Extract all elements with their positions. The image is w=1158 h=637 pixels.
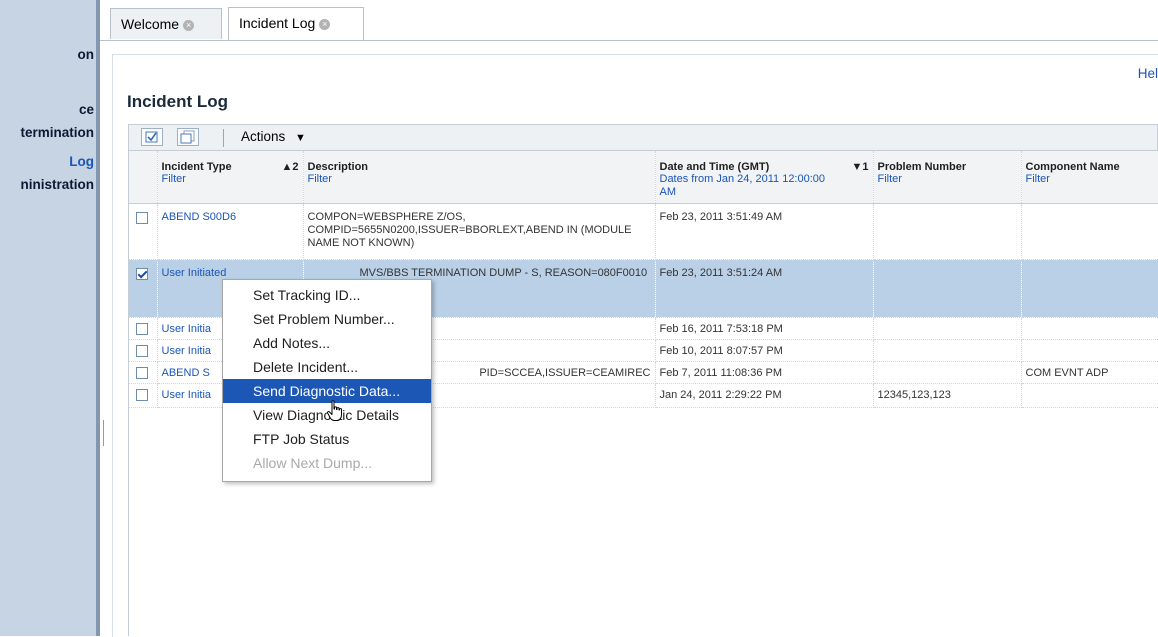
component-name-cell: COM EVNT ADP <box>1021 361 1158 384</box>
close-icon[interactable]: × <box>319 19 331 30</box>
filter-link[interactable]: Filter <box>308 173 651 186</box>
table-row[interactable]: ABEND S00D6 COMPON=WEBSPHERE Z/OS, COMPI… <box>129 203 1158 260</box>
filter-link[interactable]: Filter <box>1026 173 1155 186</box>
sidebar-item-2[interactable]: termination <box>20 125 94 140</box>
incident-type-link[interactable]: ABEND S <box>162 367 210 379</box>
row-select-cell <box>129 203 158 260</box>
datetime-cell: Feb 23, 2011 3:51:24 AM <box>655 259 874 318</box>
table-header-row: Incident Type ▲2 Filter Description Filte… <box>129 151 1158 204</box>
hand-pointer-icon <box>326 400 342 421</box>
problem-number-cell <box>873 361 1022 384</box>
problem-number-cell: 12345,123,123 <box>873 383 1022 408</box>
row-context-menu: Set Tracking ID... Set Problem Number...… <box>222 279 432 482</box>
menu-item-ftp-job-status[interactable]: FTP Job Status <box>223 427 431 451</box>
component-name-cell <box>1021 259 1158 318</box>
filter-link[interactable]: Dates from Jan 24, 2011 12:00:00 AM <box>660 173 830 199</box>
tab-label: Welcome <box>121 16 180 32</box>
component-name-cell <box>1021 339 1158 362</box>
column-label: Problem Number <box>877 161 967 173</box>
problem-number-cell <box>873 339 1022 362</box>
row-select-cell <box>129 361 158 384</box>
problem-number-cell <box>873 317 1022 340</box>
tab-welcome[interactable]: Welcome × <box>110 8 222 39</box>
row-checkbox[interactable] <box>136 211 148 224</box>
row-select-cell <box>129 339 158 362</box>
datetime-cell: Feb 7, 2011 11:08:36 PM <box>655 361 874 384</box>
deselect-all-icon <box>180 130 195 144</box>
column-label: Date and Time (GMT) <box>659 161 770 173</box>
tab-bar: Welcome × Incident Log × <box>100 0 1158 41</box>
close-icon[interactable]: × <box>183 20 195 31</box>
incident-type-link[interactable]: User Initia <box>162 389 212 401</box>
column-label: Incident Type <box>161 161 232 173</box>
sidebar-item-1[interactable]: ce <box>79 102 94 117</box>
help-link[interactable]: Hel <box>1138 66 1158 81</box>
datetime-cell: Jan 24, 2011 2:29:22 PM <box>655 383 874 408</box>
sidebar-splitter[interactable] <box>96 0 100 636</box>
incident-type-link[interactable]: User Initia <box>162 323 212 335</box>
row-checkbox[interactable] <box>136 388 148 401</box>
sidebar-item-4[interactable]: ninistration <box>21 177 95 192</box>
filter-link[interactable]: Filter <box>878 173 1017 186</box>
chevron-down-icon: ▼ <box>295 132 306 144</box>
navigation-sidebar: on ce termination Log ninistration <box>0 0 96 636</box>
table-toolbar: Actions ▼ <box>128 124 1158 150</box>
description-cell: COMPON=WEBSPHERE Z/OS, COMPID=5655N0200,… <box>303 203 656 260</box>
toolbar-separator <box>223 129 224 147</box>
column-header-description[interactable]: Description Filter <box>303 151 656 204</box>
menu-item-delete-incident[interactable]: Delete Incident... <box>223 355 431 379</box>
splitter-grip[interactable] <box>103 420 104 446</box>
component-name-cell <box>1021 383 1158 408</box>
column-label: Component Name <box>1025 161 1120 173</box>
sidebar-item-0[interactable]: on <box>78 47 95 62</box>
column-header-incident-type[interactable]: Incident Type ▲2 Filter <box>157 151 304 204</box>
tab-incident-log[interactable]: Incident Log × <box>228 7 364 40</box>
row-checkbox[interactable] <box>136 322 148 335</box>
row-select-cell <box>129 383 158 408</box>
column-header-problem-number[interactable]: Problem Number Filter <box>873 151 1022 204</box>
tab-label: Incident Log <box>239 15 316 31</box>
select-all-icon <box>145 131 158 143</box>
actions-label: Actions <box>241 129 286 144</box>
column-header-date-time[interactable]: Date and Time (GMT) ▼1 Dates from Jan 24,… <box>655 151 874 204</box>
incident-type-link[interactable]: User Initia <box>162 345 212 357</box>
menu-item-set-problem-number[interactable]: Set Problem Number... <box>223 307 431 331</box>
menu-item-allow-next-dump: Allow Next Dump... <box>253 455 373 471</box>
sidebar-item-incident-log[interactable]: Log <box>69 154 94 169</box>
sort-indicator-icon: ▼1 <box>851 161 869 173</box>
row-checkbox[interactable] <box>136 267 148 280</box>
sort-indicator-icon: ▲2 <box>281 161 299 173</box>
datetime-cell: Feb 10, 2011 8:07:57 PM <box>655 339 874 362</box>
row-checkbox[interactable] <box>136 344 148 357</box>
page-title: Incident Log <box>127 92 229 111</box>
filter-link[interactable]: Filter <box>162 173 299 186</box>
component-name-cell <box>1021 317 1158 340</box>
component-name-cell <box>1021 203 1158 260</box>
problem-number-cell <box>873 203 1022 260</box>
menu-item-add-notes[interactable]: Add Notes... <box>223 331 431 355</box>
row-select-cell <box>129 317 158 340</box>
row-checkbox[interactable] <box>136 366 148 379</box>
incident-type-link[interactable]: User Initiated <box>162 267 227 279</box>
select-column-header <box>129 151 158 204</box>
problem-number-cell <box>873 259 1022 318</box>
column-header-component-name[interactable]: Component Name Filter <box>1021 151 1158 204</box>
menu-item-set-tracking-id[interactable]: Set Tracking ID... <box>223 283 431 307</box>
incident-type-cell: ABEND S00D6 <box>157 203 304 260</box>
incident-type-link[interactable]: ABEND S00D6 <box>162 211 237 223</box>
deselect-all-button[interactable] <box>177 128 199 146</box>
column-label: Description <box>307 161 369 173</box>
select-all-button[interactable] <box>141 128 163 146</box>
actions-dropdown[interactable]: Actions ▼ <box>237 127 310 147</box>
datetime-cell: Feb 23, 2011 3:51:49 AM <box>655 203 874 260</box>
row-select-cell <box>129 259 158 318</box>
datetime-cell: Feb 16, 2011 7:53:18 PM <box>655 317 874 340</box>
